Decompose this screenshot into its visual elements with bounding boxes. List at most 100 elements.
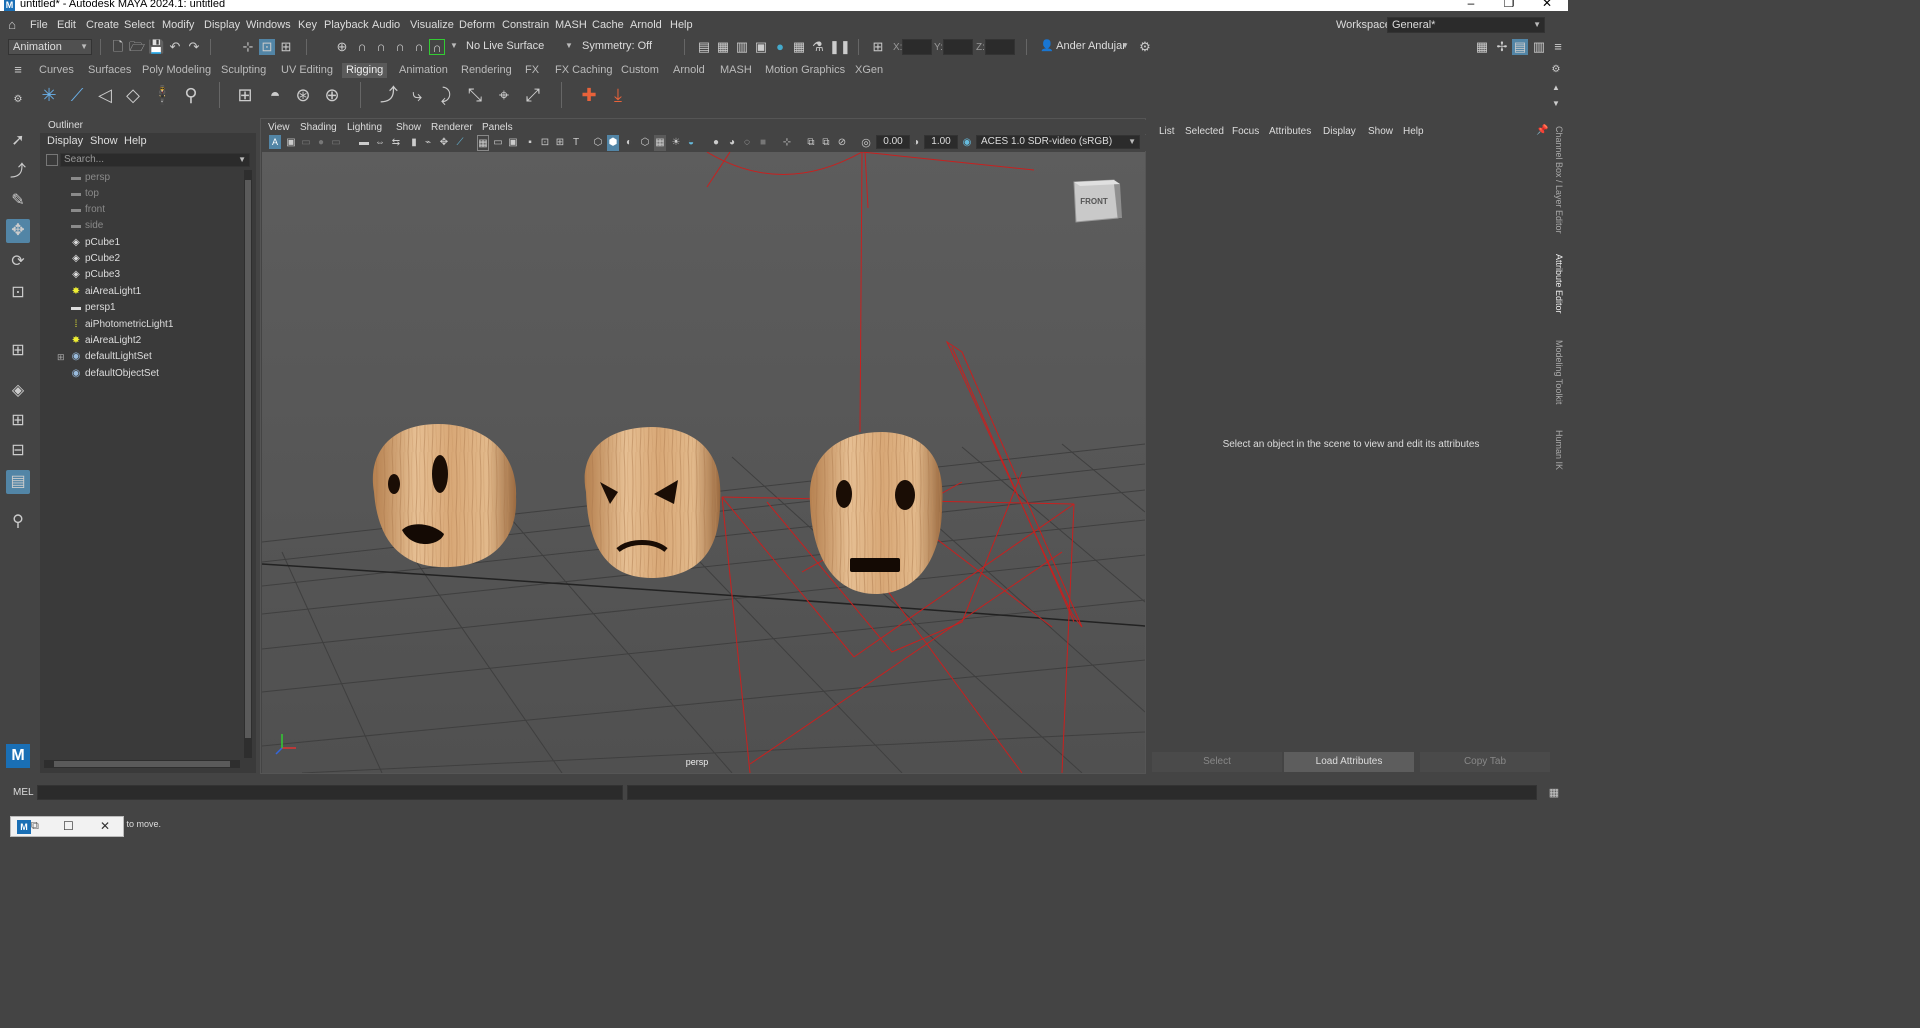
ik-handle-icon[interactable]: ⤡ (464, 84, 486, 106)
workspace-dropdown[interactable]: General* ▼ (1387, 17, 1545, 33)
gamma-icon[interactable]: ◑ (910, 135, 922, 151)
ae-menu-display[interactable]: Display (1323, 126, 1356, 137)
smooth-shade-icon[interactable]: ⬢ (607, 135, 619, 151)
save-scene-icon[interactable]: 💾 (148, 39, 164, 55)
persp-camera-icon[interactable]: ⌁ (422, 135, 434, 151)
motion-blur-icon[interactable]: ◕ (726, 135, 738, 151)
new-scene-icon[interactable]: 🗋 (110, 39, 126, 55)
outliner-item-pcube1[interactable]: ◈ pCube1 (40, 235, 240, 251)
wireframe-on-shaded-icon[interactable]: ◐ (623, 135, 635, 151)
resolution-gate-icon[interactable]: ⟋ (454, 135, 466, 151)
viewport-menu-renderer[interactable]: Renderer (431, 122, 473, 133)
layout-preset-2-icon[interactable]: ⊟ (6, 439, 30, 463)
shelf-tab-curves[interactable]: Curves (39, 64, 74, 76)
exposure-field[interactable]: 0.00 (876, 135, 910, 149)
user-account-dropdown[interactable]: 👤 Ander Andujar ▼ (1036, 39, 1132, 55)
rotate-tool-icon[interactable]: ⟳ (6, 250, 30, 274)
ae-menu-show[interactable]: Show (1368, 126, 1393, 137)
outliner-filter-icon[interactable] (46, 154, 58, 166)
side-tab-channel-box[interactable]: Channel Box / Layer Editor (1554, 126, 1564, 234)
exposure-icon[interactable]: ◎ (860, 135, 872, 151)
blend-shape-icon[interactable]: ⤢ (522, 84, 544, 106)
sidebar-tool-settings-icon[interactable]: ▥ (1531, 39, 1547, 55)
outliner-item-defaultobjectset[interactable]: ◉ defaultObjectSet (40, 366, 240, 382)
bind-skin-icon[interactable]: ⤴ (378, 84, 400, 106)
menu-display[interactable]: Display (204, 19, 240, 31)
outliner-item-aiphotometriclight1[interactable]: ⁞ aiPhotometricLight1 (40, 317, 240, 333)
gate-mask-icon[interactable]: ▪ (524, 135, 536, 151)
taskbar-close-icon[interactable]: ✕ (100, 819, 110, 833)
shelf-tab-mash[interactable]: MASH (720, 64, 752, 76)
outliner-menu-display[interactable]: Display (47, 135, 83, 147)
shelf-scroll-down-icon[interactable]: ▼ (1548, 96, 1564, 112)
outliner-item-pcube2[interactable]: ◈ pCube2 (40, 251, 240, 267)
shadows-icon[interactable]: ◒ (685, 135, 697, 151)
grid-icon[interactable]: ▦ (477, 135, 489, 151)
menu-select[interactable]: Select (124, 19, 155, 31)
scale-tool-icon[interactable]: ⊡ (6, 281, 30, 305)
isolate-select-icon[interactable]: ⊹ (781, 135, 793, 151)
render-settings-icon[interactable]: ▣ (753, 39, 769, 55)
shelf-tab-uv-editing[interactable]: UV Editing (281, 64, 333, 76)
taskbar-preview[interactable]: M ⧉ ☐ ✕ (10, 816, 124, 837)
depth-of-field-icon[interactable]: ■ (757, 135, 769, 151)
outliner-item-aiarealight1[interactable]: ✸ aiAreaLight1 (40, 284, 240, 300)
resolution-gate-toggle-icon[interactable]: T (570, 135, 582, 151)
side-tab-modeling-toolkit[interactable]: Modeling Toolkit (1554, 340, 1564, 404)
menuset-dropdown[interactable]: Animation ▼ (8, 39, 92, 55)
sidebar-human-ik-icon[interactable]: ✢ (1494, 39, 1510, 55)
select-tool-icon[interactable]: ➚ (6, 129, 30, 153)
soft-mod-icon[interactable]: ⊕ (321, 84, 343, 106)
shelf-tab-rigging[interactable]: Rigging (342, 63, 388, 78)
menu-visualize[interactable]: Visualize (410, 19, 454, 31)
command-input[interactable] (37, 785, 623, 800)
maximize-icon[interactable]: ❐ (1494, 0, 1524, 9)
outliner-menu-help[interactable]: Help (124, 135, 147, 147)
side-tab-attribute-editor[interactable]: Attribute Editor (1554, 254, 1564, 314)
taskbar-restore-icon[interactable]: ⧉ (31, 820, 39, 833)
single-view-layout-icon[interactable]: ⊞ (6, 339, 30, 363)
x-field[interactable] (902, 39, 932, 55)
outliner-item-top[interactable]: ▬ top (40, 186, 240, 202)
sidebar-modeling-toolkit-icon[interactable]: ▦ (1474, 39, 1490, 55)
snap-to-curve-icon[interactable]: ∩ (354, 39, 370, 55)
outliner-item-side[interactable]: ▬ side (40, 218, 240, 234)
unbind-skin-icon[interactable]: ⤷ (406, 84, 428, 106)
ipr-render-icon[interactable]: ▥ (734, 39, 750, 55)
menu-file[interactable]: File (30, 19, 48, 31)
select-camera-icon[interactable]: A (269, 135, 281, 149)
frame-selected-icon[interactable]: ⇔ (374, 135, 386, 151)
outliner-item-pcube3[interactable]: ◈ pCube3 (40, 267, 240, 283)
close-icon[interactable]: ✕ (1532, 0, 1562, 9)
move-tool-icon[interactable]: ✥ (6, 219, 30, 243)
menu-modify[interactable]: Modify (162, 19, 194, 31)
orient-joint-icon[interactable]: ◇ (122, 84, 144, 106)
sidebar-channel-box-icon[interactable]: ≡ (1550, 39, 1566, 55)
select-by-hierarchy-icon[interactable]: ⊹ (240, 39, 256, 55)
bookmarks-icon[interactable]: ▭ (300, 135, 312, 151)
undo-icon[interactable]: ↶ (167, 39, 183, 55)
film-gate-icon[interactable]: ▭ (492, 135, 504, 151)
3d-viewport[interactable]: FRONT persp (262, 152, 1145, 773)
camera-attributes-icon[interactable]: ▣ (285, 135, 297, 151)
menu-arnold[interactable]: Arnold (630, 19, 662, 31)
maya-taskbar-icon[interactable]: M (17, 820, 31, 834)
insert-joint-icon[interactable]: ⟋ (66, 84, 88, 106)
shelf-options-icon[interactable]: ⚙ (10, 92, 26, 108)
safe-title-icon[interactable]: ⊞ (554, 135, 566, 151)
pin-icon[interactable]: 📌 (1536, 125, 1548, 136)
shelf-menu-icon[interactable]: ≡ (10, 62, 26, 78)
mirror-joint-icon[interactable]: ◁ (94, 84, 116, 106)
outliner-menu-show[interactable]: Show (90, 135, 118, 147)
ae-load-attributes-button[interactable]: Load Attributes (1284, 752, 1414, 772)
2d-pan-icon[interactable]: ▭ (330, 135, 342, 151)
viewcube[interactable]: FRONT (1073, 179, 1122, 223)
make-live-icon[interactable]: ∩ (429, 39, 445, 55)
menu-edit[interactable]: Edit (57, 19, 76, 31)
outliner-vertical-scrollbar[interactable] (244, 170, 252, 758)
menu-mash[interactable]: MASH (555, 19, 587, 31)
shelf-tab-custom[interactable]: Custom (621, 64, 659, 76)
outliner-item-aiarealight2[interactable]: ✸ aiAreaLight2 (40, 333, 240, 349)
cluster-icon[interactable]: ⊞ (234, 84, 256, 106)
ae-select-button[interactable]: Select (1152, 752, 1282, 772)
